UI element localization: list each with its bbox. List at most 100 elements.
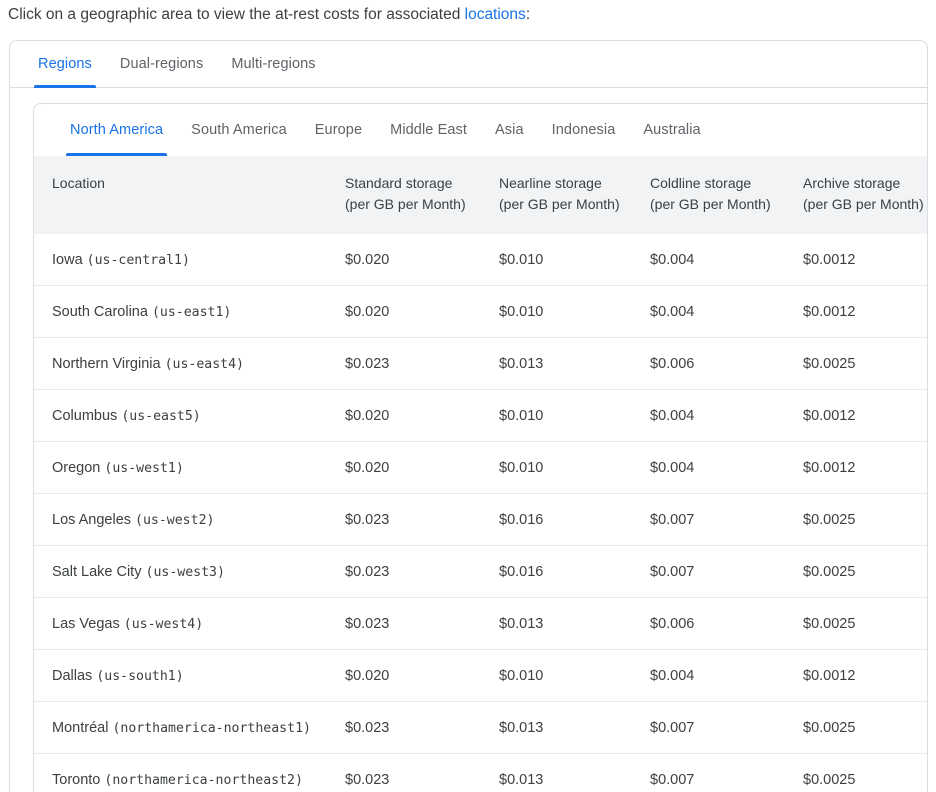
cell-standard-storage: $0.020: [345, 442, 499, 494]
column-header-nearline-line1: Nearline storage: [499, 173, 650, 194]
cell-location: Toronto (northamerica-northeast2): [34, 754, 345, 792]
table-row: Los Angeles (us-west2)$0.023$0.016$0.007…: [34, 494, 928, 546]
cell-standard-storage: $0.020: [345, 650, 499, 702]
cell-nearline-storage: $0.010: [499, 390, 650, 442]
location-region-code: (us-central1): [87, 253, 190, 268]
column-header-nearline-line2: (per GB per Month): [499, 194, 650, 215]
locations-link[interactable]: locations: [465, 6, 526, 23]
north-america-card: North America South America Europe Middl…: [33, 103, 928, 792]
cell-coldline-storage: $0.007: [650, 754, 803, 792]
column-header-archive-line1: Archive storage: [803, 173, 928, 194]
intro-text: Click on a geographic area to view the a…: [8, 4, 530, 26]
tab-dual-regions[interactable]: Dual-regions: [106, 41, 217, 88]
tab-asia-label: Asia: [495, 122, 524, 138]
location-region-code: (us-east5): [121, 409, 200, 424]
cell-location: Las Vegas (us-west4): [34, 598, 345, 650]
tab-regions[interactable]: Regions: [24, 41, 106, 88]
cell-coldline-storage: $0.006: [650, 338, 803, 390]
cell-coldline-storage: $0.007: [650, 494, 803, 546]
tab-north-america-label: North America: [70, 122, 163, 138]
cell-nearline-storage: $0.013: [499, 598, 650, 650]
intro-text-after: :: [526, 6, 530, 23]
table-row: Salt Lake City (us-west3)$0.023$0.016$0.…: [34, 546, 928, 598]
location-city: Montréal: [52, 720, 112, 736]
intro-text-before: Click on a geographic area to view the a…: [8, 6, 465, 23]
tab-multi-regions[interactable]: Multi-regions: [217, 41, 329, 88]
cell-nearline-storage: $0.013: [499, 702, 650, 754]
tab-indonesia[interactable]: Indonesia: [538, 104, 630, 156]
location-city: Salt Lake City: [52, 564, 146, 580]
cell-archive-storage: $0.0012: [803, 286, 928, 338]
location-city: Las Vegas: [52, 616, 124, 632]
tab-middle-east-label: Middle East: [390, 122, 467, 138]
cell-nearline-storage: $0.010: [499, 442, 650, 494]
location-region-code: (us-south1): [96, 669, 183, 684]
cell-archive-storage: $0.0012: [803, 390, 928, 442]
pricing-page: Click on a geographic area to view the a…: [0, 0, 936, 784]
tab-south-america[interactable]: South America: [177, 104, 301, 156]
tab-multi-regions-label: Multi-regions: [231, 56, 315, 72]
at-rest-pricing-table: Location Standard storage (per GB per Mo…: [34, 156, 928, 792]
location-region-code: (us-east1): [152, 305, 231, 320]
cell-nearline-storage: $0.013: [499, 338, 650, 390]
column-header-coldline-storage: Coldline storage (per GB per Month): [650, 156, 803, 234]
cell-location: Northern Virginia (us-east4): [34, 338, 345, 390]
cell-archive-storage: $0.0025: [803, 338, 928, 390]
column-header-standard-storage: Standard storage (per GB per Month): [345, 156, 499, 234]
cell-coldline-storage: $0.004: [650, 650, 803, 702]
table-row: Oregon (us-west1)$0.020$0.010$0.004$0.00…: [34, 442, 928, 494]
table-row: Las Vegas (us-west4)$0.023$0.013$0.006$0…: [34, 598, 928, 650]
location-city: Los Angeles: [52, 512, 135, 528]
cell-nearline-storage: $0.010: [499, 286, 650, 338]
cell-standard-storage: $0.023: [345, 494, 499, 546]
location-region-code: (us-west4): [124, 617, 203, 632]
table-row: Northern Virginia (us-east4)$0.023$0.013…: [34, 338, 928, 390]
table-body: Iowa (us-central1)$0.020$0.010$0.004$0.0…: [34, 234, 928, 792]
cell-archive-storage: $0.0025: [803, 598, 928, 650]
cell-location: Montréal (northamerica-northeast1): [34, 702, 345, 754]
cell-nearline-storage: $0.010: [499, 234, 650, 286]
cell-coldline-storage: $0.004: [650, 234, 803, 286]
tab-middle-east[interactable]: Middle East: [376, 104, 481, 156]
tab-europe-label: Europe: [315, 122, 362, 138]
cell-coldline-storage: $0.004: [650, 390, 803, 442]
column-header-location: Location: [34, 156, 345, 234]
location-city: Oregon: [52, 460, 104, 476]
cell-location: Los Angeles (us-west2): [34, 494, 345, 546]
table-header: Location Standard storage (per GB per Mo…: [34, 156, 928, 234]
tab-europe[interactable]: Europe: [301, 104, 376, 156]
cell-coldline-storage: $0.007: [650, 546, 803, 598]
cell-standard-storage: $0.023: [345, 598, 499, 650]
cell-archive-storage: $0.0012: [803, 650, 928, 702]
cell-location: Salt Lake City (us-west3): [34, 546, 345, 598]
column-header-archive-line2: (per GB per Month): [803, 194, 928, 215]
location-region-code: (us-west1): [104, 461, 183, 476]
tab-australia[interactable]: Australia: [629, 104, 714, 156]
location-city: Dallas: [52, 668, 96, 684]
cell-standard-storage: $0.020: [345, 234, 499, 286]
location-region-code: (northamerica-northeast1): [112, 721, 311, 736]
cell-standard-storage: $0.023: [345, 702, 499, 754]
cell-archive-storage: $0.0012: [803, 234, 928, 286]
column-header-standard-line1: Standard storage: [345, 173, 499, 194]
location-city: Toronto: [52, 772, 104, 788]
cell-archive-storage: $0.0012: [803, 442, 928, 494]
tab-asia[interactable]: Asia: [481, 104, 538, 156]
location-region-code: (us-east4): [165, 357, 244, 372]
column-header-coldline-line1: Coldline storage: [650, 173, 803, 194]
cell-standard-storage: $0.020: [345, 390, 499, 442]
tab-north-america[interactable]: North America: [56, 104, 177, 156]
table-row: South Carolina (us-east1)$0.020$0.010$0.…: [34, 286, 928, 338]
cell-archive-storage: $0.0025: [803, 546, 928, 598]
cell-archive-storage: $0.0025: [803, 754, 928, 792]
tab-regions-label: Regions: [38, 56, 92, 72]
column-header-nearline-storage: Nearline storage (per GB per Month): [499, 156, 650, 234]
table-row: Columbus (us-east5)$0.020$0.010$0.004$0.…: [34, 390, 928, 442]
tab-dual-regions-label: Dual-regions: [120, 56, 203, 72]
location-region-code: (us-west3): [146, 565, 225, 580]
table-row: Dallas (us-south1)$0.020$0.010$0.004$0.0…: [34, 650, 928, 702]
tab-australia-label: Australia: [643, 122, 700, 138]
column-header-coldline-line2: (per GB per Month): [650, 194, 803, 215]
cell-location: Oregon (us-west1): [34, 442, 345, 494]
cell-location: Dallas (us-south1): [34, 650, 345, 702]
